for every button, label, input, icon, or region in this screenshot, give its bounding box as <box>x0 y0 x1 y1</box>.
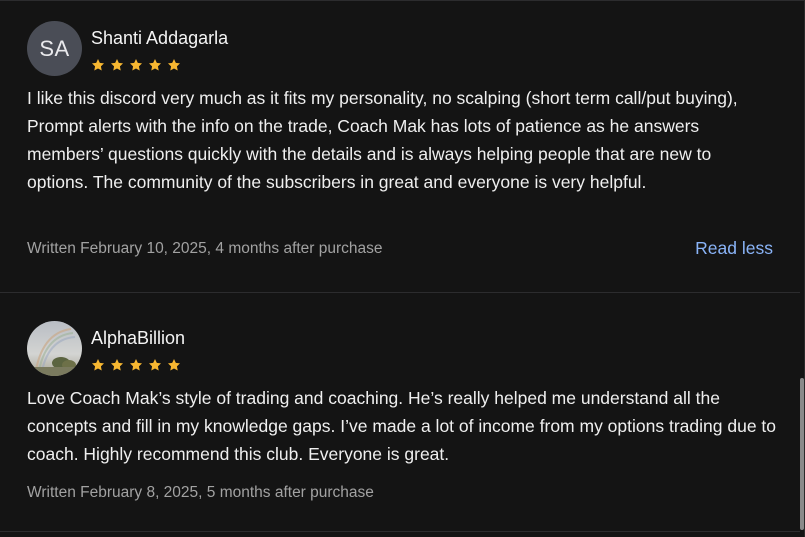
avatar[interactable]: SA <box>27 21 82 76</box>
star-rating <box>91 358 181 372</box>
star-icon <box>167 59 181 71</box>
reviewer-name[interactable]: Shanti Addagarla <box>91 28 228 49</box>
reviews-panel: SA Shanti Addagarla I like this discord … <box>0 0 805 537</box>
star-icon <box>167 359 181 371</box>
review-card: AlphaBillion Love Coach Mak’s style of t… <box>0 293 800 532</box>
read-less-link[interactable]: Read less <box>695 238 773 259</box>
star-icon <box>148 59 162 71</box>
star-icon <box>129 359 143 371</box>
star-icon <box>148 359 162 371</box>
scrollbar-thumb[interactable] <box>800 378 804 530</box>
star-icon <box>91 359 105 371</box>
star-icon <box>91 59 105 71</box>
star-icon <box>110 59 124 71</box>
review-text: I like this discord very much as it fits… <box>27 88 738 192</box>
review-date: Written February 8, 2025, 5 months after… <box>27 484 374 501</box>
star-rating <box>91 58 181 72</box>
star-icon <box>129 59 143 71</box>
review-date: Written February 10, 2025, 4 months afte… <box>27 240 383 257</box>
rainbow-landscape-photo-icon <box>27 321 82 376</box>
review-text: Love Coach Mak’s style of trading and co… <box>27 388 777 464</box>
avatar-initials: SA <box>39 35 70 61</box>
reviewer-name[interactable]: AlphaBillion <box>91 328 185 349</box>
star-icon <box>110 359 124 371</box>
review-card: SA Shanti Addagarla I like this discord … <box>0 0 800 293</box>
avatar[interactable] <box>27 321 82 376</box>
